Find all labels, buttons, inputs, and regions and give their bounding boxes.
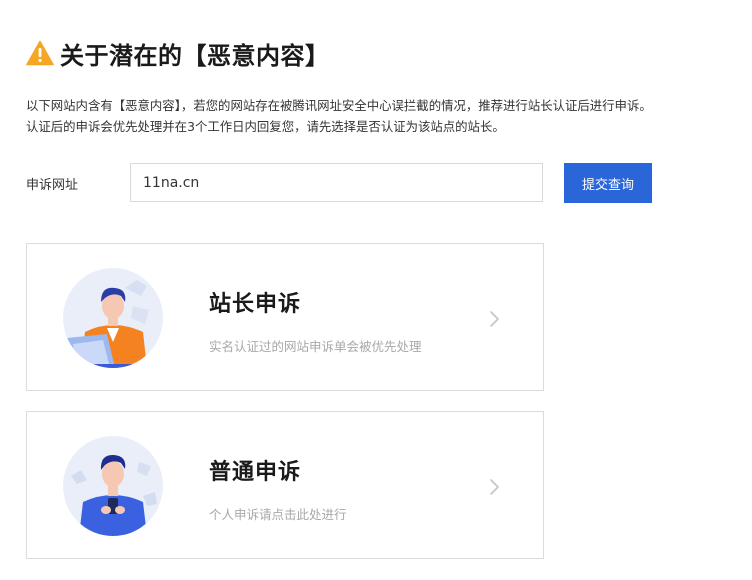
description: 以下网站内含有【恶意内容】，若您的网站存在被腾讯网址安全中心误拦截的情况，推荐进… bbox=[26, 95, 746, 137]
webmaster-illustration bbox=[63, 268, 163, 368]
page-title: 关于潜在的【恶意内容】 bbox=[60, 41, 330, 70]
submit-query-button[interactable]: 提交查询 bbox=[564, 163, 652, 203]
url-input[interactable] bbox=[130, 163, 543, 202]
personal-appeal-card[interactable]: 普通申诉 个人申诉请点击此处进行 bbox=[26, 411, 544, 559]
warning-triangle-icon bbox=[26, 40, 54, 66]
personal-appeal-subtitle: 个人申诉请点击此处进行 bbox=[209, 507, 347, 522]
webmaster-appeal-card[interactable]: 站长申诉 实名认证过的网站申诉单会被优先处理 bbox=[26, 243, 544, 391]
webmaster-appeal-title: 站长申诉 bbox=[209, 292, 302, 317]
chevron-right-icon bbox=[490, 311, 499, 327]
personal-user-illustration bbox=[63, 436, 163, 536]
description-line-2: 认证后的申诉会优先处理并在3个工作日内回复您，请先选择是否认证为该站点的站长。 bbox=[26, 119, 505, 134]
description-line-1: 以下网站内含有【恶意内容】，若您的网站存在被腾讯网址安全中心误拦截的情况，推荐进… bbox=[26, 98, 652, 113]
personal-appeal-title: 普通申诉 bbox=[209, 460, 302, 485]
chevron-right-icon bbox=[490, 479, 499, 495]
webmaster-appeal-subtitle: 实名认证过的网站申诉单会被优先处理 bbox=[209, 339, 422, 354]
url-field-label: 申诉网址 bbox=[26, 178, 79, 193]
page-header: 关于潜在的【恶意内容】 bbox=[26, 36, 330, 70]
